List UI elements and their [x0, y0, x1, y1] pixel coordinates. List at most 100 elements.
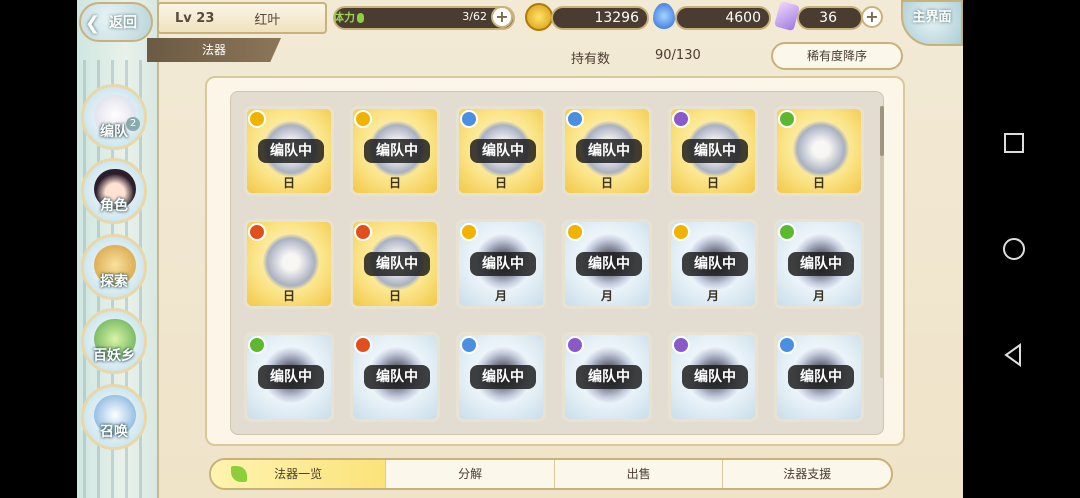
artifact-card[interactable]: 编队中	[668, 332, 758, 422]
element-icon	[354, 223, 372, 241]
element-icon	[248, 223, 266, 241]
soul-flame-icon	[653, 3, 675, 29]
screen: ❮ 返回 Lv 23 红叶 体力 3/62 + 13296 4600 36 + …	[0, 0, 1080, 498]
bottom-tabs: 法器一览 分解 出售 法器支援	[209, 458, 893, 490]
count-value: 90/130	[655, 48, 701, 63]
artifact-type: 日	[494, 176, 507, 190]
artifact-card[interactable]: 编队中	[350, 332, 440, 422]
artifact-card[interactable]: 编队中月	[562, 219, 652, 309]
in-team-badge: 编队中	[364, 139, 430, 163]
in-team-badge: 编队中	[682, 365, 748, 389]
element-icon	[566, 336, 584, 354]
artifact-card[interactable]: 编队中	[456, 332, 546, 422]
artifact-type: 月	[812, 289, 825, 303]
android-navigation-bar	[963, 0, 1080, 498]
side-nav-team[interactable]: 2 编队	[81, 84, 147, 150]
artifact-card[interactable]: 编队中日	[244, 106, 334, 196]
element-icon	[460, 223, 478, 241]
stamina-bar: 体力 3/62	[333, 6, 515, 30]
artifact-type: 日	[282, 289, 295, 303]
back-triangle-icon[interactable]	[1001, 342, 1027, 368]
add-stamina-button[interactable]: +	[491, 6, 513, 28]
artifact-card[interactable]: 编队中月	[668, 219, 758, 309]
back-button[interactable]: ❮ 返回	[79, 2, 153, 42]
artifact-card[interactable]: 编队中日	[350, 106, 440, 196]
artifact-card[interactable]: 日	[774, 106, 864, 196]
side-nav-label: 角色	[100, 198, 128, 214]
side-nav-label: 百妖乡	[93, 348, 135, 364]
element-icon	[672, 336, 690, 354]
element-icon	[566, 223, 584, 241]
side-nav-summon[interactable]: 召唤	[81, 384, 147, 450]
tab-sell[interactable]: 出售	[553, 460, 723, 488]
inventory-panel: 编队中日编队中日编队中日编队中日编队中日日日编队中日编队中月编队中月编队中月编队…	[205, 76, 905, 446]
in-team-badge: 编队中	[576, 252, 642, 276]
artifact-art-icon	[793, 121, 849, 177]
in-team-badge: 编队中	[364, 252, 430, 276]
tab-label: 出售	[626, 467, 651, 481]
side-nav-label: 编队	[100, 124, 128, 140]
gold-amount: 13296	[551, 6, 649, 30]
element-icon	[248, 336, 266, 354]
stamina-value: 3/62	[462, 10, 487, 23]
scrollbar-thumb[interactable]	[880, 106, 884, 156]
element-icon	[248, 110, 266, 128]
crystal-amount: 36	[797, 6, 863, 30]
artifact-type: 日	[388, 176, 401, 190]
scrollbar[interactable]	[880, 106, 884, 378]
side-nav-village[interactable]: 百妖乡	[81, 308, 147, 374]
home-circle-icon[interactable]	[1001, 236, 1027, 262]
element-icon	[460, 336, 478, 354]
artifact-card[interactable]: 编队中	[562, 332, 652, 422]
artifact-type: 日	[706, 176, 719, 190]
element-icon	[354, 110, 372, 128]
in-team-badge: 编队中	[682, 252, 748, 276]
artifact-type: 月	[600, 289, 613, 303]
element-icon	[672, 223, 690, 241]
in-team-badge: 编队中	[364, 365, 430, 389]
artifact-card[interactable]: 编队中月	[774, 219, 864, 309]
in-team-badge: 编队中	[682, 139, 748, 163]
in-team-badge: 编队中	[576, 139, 642, 163]
soul-amount: 4600	[675, 6, 771, 30]
tab-label: 法器支援	[783, 467, 832, 481]
side-nav-label: 召唤	[100, 424, 128, 440]
add-crystal-button[interactable]: +	[861, 6, 883, 28]
tab-artifact-list[interactable]: 法器一览	[211, 460, 386, 488]
recent-apps-icon[interactable]	[1001, 130, 1027, 156]
artifact-card[interactable]: 编队中日	[562, 106, 652, 196]
element-icon	[672, 110, 690, 128]
tab-decompose[interactable]: 分解	[385, 460, 554, 488]
artifact-art-icon	[263, 234, 319, 290]
side-nav-label: 探索	[100, 274, 128, 290]
artifact-card[interactable]: 日	[244, 219, 334, 309]
element-icon	[778, 336, 796, 354]
artifact-card[interactable]: 编队中日	[456, 106, 546, 196]
artifact-card[interactable]: 编队中日	[350, 219, 440, 309]
artifact-card[interactable]: 编队中日	[668, 106, 758, 196]
leaf-icon	[231, 466, 247, 482]
in-team-badge: 编队中	[258, 139, 324, 163]
element-icon	[778, 223, 796, 241]
artifact-card[interactable]: 编队中月	[456, 219, 546, 309]
artifact-type: 月	[494, 289, 507, 303]
category-tab: 法器	[147, 38, 281, 62]
tab-artifact-support[interactable]: 法器支援	[722, 460, 891, 488]
element-icon	[778, 110, 796, 128]
sort-button[interactable]: 稀有度降序	[771, 42, 903, 70]
element-icon	[566, 110, 584, 128]
artifact-card[interactable]: 编队中	[244, 332, 334, 422]
side-nav-character[interactable]: 角色	[81, 158, 147, 224]
player-name: 红叶	[254, 12, 281, 28]
game-view: ❮ 返回 Lv 23 红叶 体力 3/62 + 13296 4600 36 + …	[77, 0, 963, 498]
in-team-badge: 编队中	[788, 252, 854, 276]
artifact-type: 日	[812, 176, 825, 190]
side-nav-explore[interactable]: 探索	[81, 234, 147, 300]
home-button[interactable]: 主界面	[901, 0, 963, 46]
artifact-type: 日	[600, 176, 613, 190]
in-team-badge: 编队中	[470, 365, 536, 389]
artifact-card[interactable]: 编队中	[774, 332, 864, 422]
back-arrow-icon: ❮	[85, 13, 101, 34]
element-icon	[460, 110, 478, 128]
in-team-badge: 编队中	[258, 365, 324, 389]
